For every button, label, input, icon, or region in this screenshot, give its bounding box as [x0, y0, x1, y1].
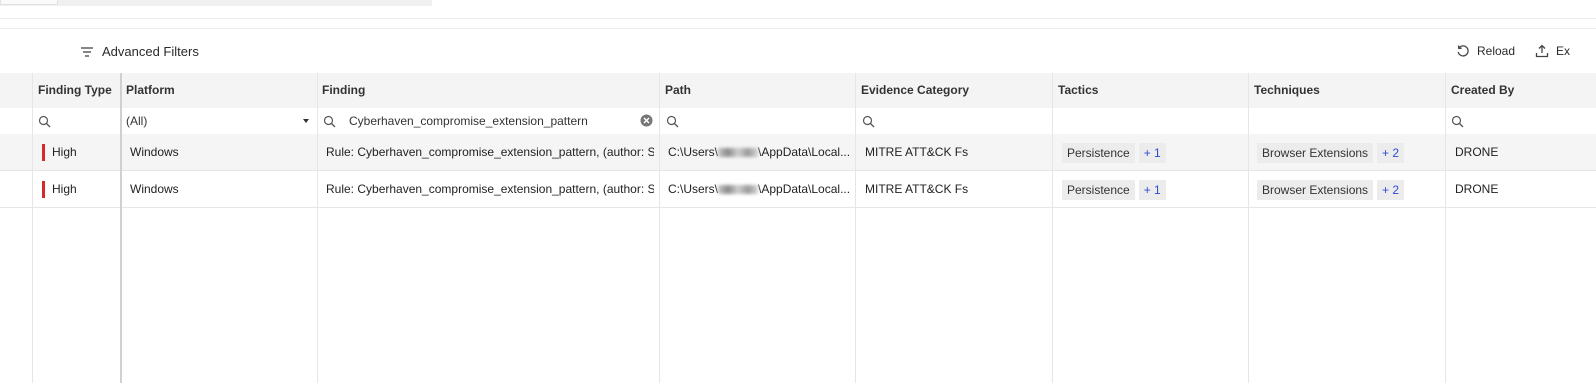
search-icon — [38, 115, 51, 127]
divider — [0, 18, 1596, 19]
tactic-more-tag[interactable]: + 1 — [1138, 179, 1166, 200]
filter-row: (All) Cyberhaven_compromise_extension_pa… — [0, 108, 1596, 135]
path-prefix: C:\Users\ — [668, 182, 719, 196]
findings-grid: Finding Type Platform Finding Path Evide… — [0, 73, 1596, 383]
advanced-filters-button[interactable]: Advanced Filters — [80, 44, 199, 59]
search-icon — [323, 115, 336, 127]
created-by-cell: DRONE — [1455, 182, 1499, 196]
path-suffix: \AppData\Local... — [758, 145, 851, 159]
finding-cell: Rule: Cyberhaven_compromise_extension_pa… — [326, 182, 654, 196]
column-header-techniques[interactable]: Techniques — [1254, 73, 1320, 108]
grid-header: Finding Type Platform Finding Path Evide… — [0, 73, 1596, 108]
export-button[interactable]: Ex — [1535, 44, 1570, 58]
search-icon — [666, 115, 679, 127]
divider — [0, 28, 1596, 29]
column-divider[interactable] — [1248, 73, 1249, 383]
reload-label: Reload — [1477, 44, 1516, 58]
column-header-tactics[interactable]: Tactics — [1058, 73, 1098, 108]
grid-toolbar: Advanced Filters Reload Ex — [0, 30, 1596, 73]
finding-cell: Rule: Cyberhaven_compromise_extension_pa… — [326, 145, 654, 159]
column-divider[interactable] — [659, 73, 660, 383]
column-divider[interactable] — [32, 73, 33, 383]
technique-tag[interactable]: Browser Extensions — [1257, 179, 1374, 200]
top-tab-strip — [0, 0, 432, 6]
column-divider[interactable] — [855, 73, 856, 383]
reload-button[interactable]: Reload — [1456, 44, 1515, 58]
upload-icon — [1535, 44, 1549, 58]
technique-tag[interactable]: Browser Extensions — [1257, 142, 1374, 163]
column-divider[interactable] — [1052, 73, 1053, 383]
finding-filter-input[interactable]: Cyberhaven_compromise_extension_pattern — [323, 108, 655, 134]
path-prefix: C:\Users\ — [668, 145, 719, 159]
severity-indicator — [42, 181, 45, 198]
platform-cell: Windows — [130, 182, 179, 196]
finding-type-cell: High — [52, 182, 77, 196]
tactic-more-tag[interactable]: + 1 — [1138, 142, 1166, 163]
search-icon — [1451, 115, 1464, 127]
path-cell: C:\Users\ \AppData\Local... — [668, 134, 852, 170]
tactics-cell: Persistence + 1 — [1062, 171, 1166, 207]
tactics-cell: Persistence + 1 — [1062, 134, 1166, 170]
table-row[interactable]: High Windows Rule: Cyberhaven_compromise… — [0, 171, 1596, 208]
finding-filter-value: Cyberhaven_compromise_extension_pattern — [349, 114, 588, 128]
finding-type-filter[interactable] — [38, 108, 51, 134]
clear-circle-icon[interactable] — [640, 114, 653, 127]
redacted-username — [718, 148, 759, 158]
column-header-finding-type[interactable]: Finding Type — [38, 73, 112, 108]
export-label: Ex — [1556, 44, 1571, 58]
path-filter[interactable] — [666, 108, 679, 134]
technique-more-tag[interactable]: + 2 — [1377, 142, 1405, 163]
pinned-column-divider[interactable] — [120, 73, 122, 383]
tab-stub[interactable] — [0, 0, 58, 5]
reload-icon — [1457, 45, 1469, 57]
techniques-cell: Browser Extensions + 2 — [1257, 171, 1405, 207]
table-row[interactable]: High Windows Rule: Cyberhaven_compromise… — [0, 134, 1596, 171]
platform-cell: Windows — [130, 145, 179, 159]
column-header-path[interactable]: Path — [665, 73, 691, 108]
finding-type-cell: High — [52, 145, 77, 159]
filter-lines-icon — [81, 46, 93, 57]
column-divider[interactable] — [317, 73, 318, 383]
created-by-cell: DRONE — [1455, 145, 1499, 159]
redacted-username — [718, 185, 759, 195]
technique-more-tag[interactable]: + 2 — [1377, 179, 1405, 200]
advanced-filters-label: Advanced Filters — [102, 44, 199, 59]
path-cell: C:\Users\ \AppData\Local... — [668, 171, 852, 207]
column-header-evidence-category[interactable]: Evidence Category — [861, 73, 969, 108]
evidence-category-cell: MITRE ATT&CK Fs — [865, 145, 969, 159]
tactic-tag[interactable]: Persistence — [1062, 179, 1135, 200]
platform-filter-value: (All) — [126, 114, 148, 128]
column-header-platform[interactable]: Platform — [126, 73, 175, 108]
tactic-tag[interactable]: Persistence — [1062, 142, 1135, 163]
column-header-finding[interactable]: Finding — [322, 73, 365, 108]
evidence-category-filter[interactable] — [862, 108, 875, 134]
caret-down-icon — [303, 119, 309, 123]
column-header-created-by[interactable]: Created By — [1451, 73, 1514, 108]
search-icon — [862, 115, 875, 127]
evidence-category-cell: MITRE ATT&CK Fs — [865, 182, 969, 196]
created-by-filter[interactable] — [1451, 108, 1464, 134]
column-divider[interactable] — [1445, 73, 1446, 383]
severity-indicator — [42, 144, 45, 161]
techniques-cell: Browser Extensions + 2 — [1257, 134, 1405, 170]
platform-filter-select[interactable]: (All) — [126, 108, 312, 134]
path-suffix: \AppData\Local... — [758, 182, 851, 196]
